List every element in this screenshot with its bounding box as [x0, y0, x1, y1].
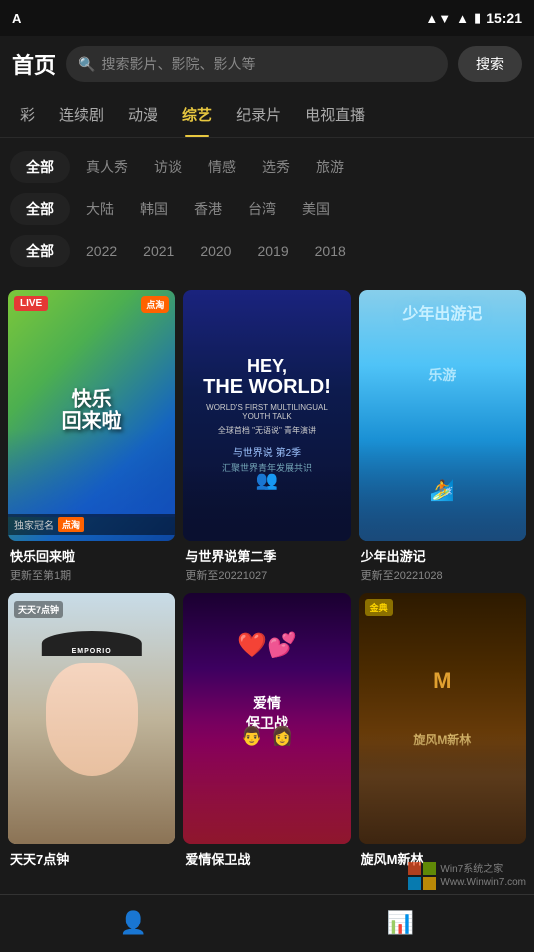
- category-tabs: 彩 连续剧 动漫 综艺 纪录片 电视直播: [0, 92, 534, 138]
- card3-persons: 🏄: [359, 478, 526, 503]
- filter-section: 全部 真人秀 访谈 情感 选秀 旅游 全部 大陆 韩国 香港 台湾 美国 全部 …: [0, 138, 534, 280]
- card4-weekday-badge: 天天7点钟: [14, 601, 63, 618]
- user-icon: 👤: [120, 910, 147, 936]
- filter-tag-2020[interactable]: 2020: [190, 237, 241, 265]
- win7-logo: [408, 862, 436, 890]
- filter-tag-dalu[interactable]: 大陆: [76, 193, 124, 225]
- search-icon: 🔍: [78, 56, 95, 73]
- status-time: 15:21: [486, 10, 522, 26]
- card2-world: THE WORLD!: [203, 376, 331, 399]
- tab-dongman[interactable]: 动漫: [116, 92, 170, 137]
- nav-item-stats[interactable]: 📊: [367, 904, 434, 942]
- filter-tag-xuanxiu[interactable]: 选秀: [252, 151, 300, 183]
- filter-all-genre[interactable]: 全部: [10, 151, 70, 183]
- tab-zongyi[interactable]: 综艺: [170, 92, 224, 137]
- card2-sub3: 与世界说 第2季: [233, 444, 301, 459]
- card3-info: 少年出游记 更新至20221028: [359, 541, 526, 585]
- battery-icon: ▮: [474, 10, 481, 26]
- card4-face: [46, 663, 138, 776]
- taobao-badge: 点淘: [141, 296, 169, 313]
- card-xuanfeng[interactable]: 金典 M 旋风M新林 舞台纯享版 旋风M新林: [359, 593, 526, 872]
- status-bar: A ▲▼ ▲ ▮ 15:21: [0, 0, 534, 36]
- card6-badge: 金典: [365, 599, 393, 616]
- card5-persons: 👨 👩: [183, 718, 350, 843]
- filter-tag-meiguo[interactable]: 美国: [292, 193, 340, 225]
- search-bar[interactable]: 🔍 搜索影片、影院、影人等: [66, 46, 448, 82]
- filter-tag-2021[interactable]: 2021: [133, 237, 184, 265]
- tab-tv-live[interactable]: 电视直播: [293, 92, 377, 137]
- filter-tag-2022[interactable]: 2022: [76, 237, 127, 265]
- filter-tag-2019[interactable]: 2019: [247, 237, 298, 265]
- filter-row-region: 全部 大陆 韩国 香港 台湾 美国: [0, 188, 534, 230]
- card5-info: 爱情保卫战: [183, 844, 350, 872]
- card2-bottom: 👥: [183, 466, 350, 541]
- card-kuaile[interactable]: LIVE 点淘 快乐回来啦 独家冠名 点淘 快乐回来啦 更新至第1期: [8, 290, 175, 585]
- card2-sub2: 全球首档 "无语说" 青年演讲: [218, 425, 316, 436]
- sponsor-logo: 点淘: [58, 517, 84, 532]
- card3-title: 少年出游记: [361, 546, 524, 565]
- filter-tag-2018[interactable]: 2018: [305, 237, 356, 265]
- card1-info: 快乐回来啦 更新至第1期: [8, 541, 175, 585]
- card2-sub1: WORLD'S FIRST MULTILINGUAL YOUTH TALK: [191, 403, 342, 421]
- card1-sponsor: 独家冠名 点淘: [8, 514, 175, 535]
- card5-hearts: ❤️💕: [183, 631, 350, 660]
- live-badge: LIVE: [14, 296, 48, 311]
- filter-row-genre: 全部 真人秀 访谈 情感 选秀 旅游: [0, 146, 534, 188]
- card4-title: 天天7点钟: [10, 849, 173, 868]
- card3-subtitle: 更新至20221028: [361, 567, 524, 583]
- card-shijie[interactable]: HEY, THE WORLD! WORLD'S FIRST MULTILINGU…: [183, 290, 350, 585]
- app-icon-label: A: [12, 11, 21, 26]
- filter-tag-lvyou[interactable]: 旅游: [306, 151, 354, 183]
- card6-persons: [359, 731, 526, 844]
- card2-info: 与世界说第二季 更新至20221027: [183, 541, 350, 585]
- watermark-text: Win7系统之家 Www.Winwin7.com: [440, 863, 526, 889]
- search-placeholder: 搜索影片、影院、影人等: [101, 54, 255, 74]
- card1-subtitle: 更新至第1期: [10, 567, 173, 583]
- status-left: A: [12, 11, 21, 26]
- card-chuyouji[interactable]: 少年出游记 乐游 🏄 少年出游记 更新至20221028: [359, 290, 526, 585]
- page-title: 首页: [12, 48, 56, 80]
- card1-title-text: 快乐回来啦: [62, 389, 122, 433]
- watermark-line1: Win7系统之家: [440, 863, 526, 876]
- card5-title: 爱情保卫战: [185, 849, 348, 868]
- watermark: Win7系统之家 Www.Winwin7.com: [408, 862, 526, 890]
- card3-title-text: 少年出游记: [359, 300, 526, 324]
- stats-icon: 📊: [387, 910, 414, 936]
- filter-tag-taiwan[interactable]: 台湾: [238, 193, 286, 225]
- filter-all-region[interactable]: 全部: [10, 193, 70, 225]
- status-right: ▲▼ ▲ ▮ 15:21: [425, 10, 522, 26]
- card2-subtitle: 更新至20221027: [185, 567, 348, 583]
- header: 首页 🔍 搜索影片、影院、影人等 搜索: [0, 36, 534, 92]
- filter-tag-qinggan[interactable]: 情感: [198, 151, 246, 183]
- card2-title: 与世界说第二季: [185, 546, 348, 565]
- filter-all-year[interactable]: 全部: [10, 235, 70, 267]
- card-aiqing[interactable]: ❤️💕 爱情 保卫战 👨 👩 爱情保卫战: [183, 593, 350, 872]
- card6-logo: M: [433, 668, 451, 694]
- watermark-line2: Www.Winwin7.com: [440, 876, 526, 889]
- filter-tag-xianggang[interactable]: 香港: [184, 193, 232, 225]
- card4-brand: EMPORIO: [72, 648, 112, 655]
- tab-lianxuju[interactable]: 连续剧: [47, 92, 116, 137]
- card3-subtitle-text: 乐游: [359, 365, 526, 385]
- filter-tag-fangtan[interactable]: 访谈: [144, 151, 192, 183]
- card2-hey: HEY,: [247, 357, 287, 377]
- wifi-icon: ▲: [456, 11, 469, 26]
- nav-item-user[interactable]: 👤: [100, 904, 167, 942]
- card4-info: 天天7点钟: [8, 844, 175, 872]
- filter-tag-zhenrenxiu[interactable]: 真人秀: [76, 151, 138, 183]
- search-button[interactable]: 搜索: [458, 46, 522, 82]
- content-grid: LIVE 点淘 快乐回来啦 独家冠名 点淘 快乐回来啦 更新至第1期 HEY,: [0, 280, 534, 882]
- tab-jilupian[interactable]: 纪录片: [224, 92, 293, 137]
- sponsor-label: 独家冠名: [14, 517, 54, 532]
- tab-cai[interactable]: 彩: [8, 92, 47, 137]
- signal-icon: ▲▼: [425, 11, 451, 26]
- bottom-nav: 👤 📊: [0, 894, 534, 950]
- card1-title: 快乐回来啦: [10, 546, 173, 565]
- filter-row-year: 全部 2022 2021 2020 2019 2018: [0, 230, 534, 272]
- card-tiantiandian[interactable]: 天天7点钟 EMPORIO 天天7点钟: [8, 593, 175, 872]
- filter-tag-hanguo[interactable]: 韩国: [130, 193, 178, 225]
